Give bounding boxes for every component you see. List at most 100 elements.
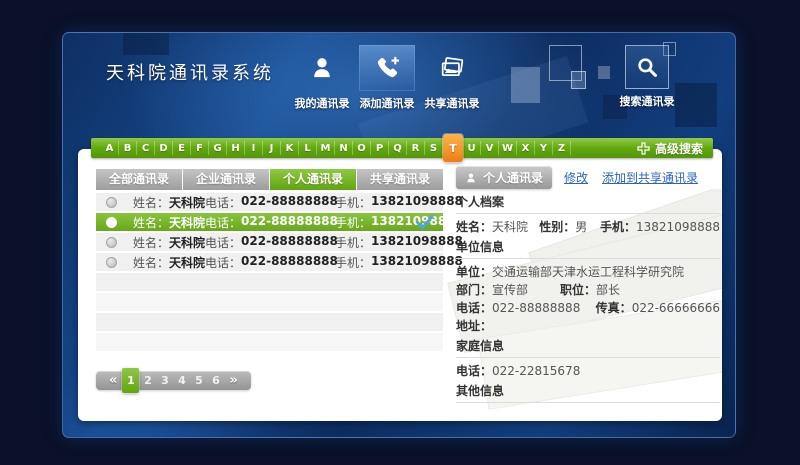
page-numbers: 1 2 3 4 5 6 [122, 368, 224, 393]
detail-header: 个人通讯录 修改 添加到共享通讯录 [456, 165, 720, 189]
alphabet-letters: A B C D E F G H I J K L [101, 138, 571, 158]
contact-type-badge: 个人通讯录 [456, 166, 552, 189]
alphabet-letter[interactable]: N [335, 141, 353, 155]
contact-phone: 电话：022-88888888 [205, 214, 335, 231]
alphabet-letter[interactable]: E [173, 141, 191, 155]
advanced-search-label: 高级搜索 [655, 140, 703, 157]
section-title-other: 其他信息 [456, 384, 720, 398]
deco-square [571, 71, 586, 89]
nav-item-search[interactable]: 搜索通讯录 [615, 45, 679, 109]
profile-row: 姓名：天科院 性别：男 手机：13821098888 [456, 220, 720, 234]
alphabet-letter[interactable]: P [371, 141, 389, 155]
category-tab[interactable]: 全部通讯录 [96, 169, 182, 190]
page-number[interactable]: 3 [156, 371, 173, 390]
alphabet-letter[interactable]: T [443, 134, 463, 162]
radio-button[interactable] [106, 237, 117, 248]
alphabet-letter[interactable]: O [353, 141, 371, 155]
add-to-shared-link[interactable]: 添加到共享通讯录 [602, 169, 698, 186]
category-tabs: 全部通讯录 企业通讯录 个人通讯录 共享通讯录 [96, 169, 443, 190]
main-panel: 天科院通讯录系统 我的通讯录 添加通讯录 [62, 32, 736, 438]
contact-list: 姓名：天科院 电话：022-88888888 手机：13821098888 [96, 193, 443, 273]
deco-square [598, 66, 610, 79]
contact-phone: 电话：022-88888888 [205, 254, 335, 271]
contact-row[interactable]: 姓名：天科院 电话：022-88888888 手机：13821098888 [96, 193, 443, 211]
contact-row[interactable]: 姓名：天科院 电话：022-88888888 手机：13821098888 [96, 233, 443, 251]
section-title-family: 家庭信息 [456, 339, 720, 353]
radio-button[interactable] [106, 257, 117, 268]
page-title: 天科院通讯录系统 [106, 59, 274, 85]
empty-row [96, 313, 443, 331]
badge-label: 个人通讯录 [483, 169, 543, 186]
alphabet-bar: A B C D E F G H I J K L [91, 138, 713, 158]
alphabet-letter[interactable]: V [481, 141, 499, 155]
alphabet-letter[interactable]: X [517, 141, 535, 155]
divider [456, 402, 720, 403]
page-number[interactable]: 1 [122, 368, 139, 393]
check-icon [415, 214, 435, 233]
alphabet-letter[interactable]: Z [553, 141, 571, 155]
divider [456, 258, 720, 259]
alphabet-letter[interactable]: M [317, 141, 335, 155]
alphabet-letter[interactable]: S [425, 141, 443, 155]
alphabet-letter[interactable]: J [263, 141, 281, 155]
photos-icon [424, 45, 480, 91]
advanced-search-button[interactable]: 高级搜索 [637, 140, 703, 157]
divider [456, 357, 720, 358]
deco-square [675, 83, 717, 127]
contact-detail-panel: 个人通讯录 修改 添加到共享通讯录 个人档案 姓名：天科院 性别：男 手机：13… [456, 165, 720, 409]
phone-add-icon [359, 45, 415, 91]
contact-mobile: 手机：13821098888 [335, 214, 463, 231]
alphabet-letter[interactable]: L [299, 141, 317, 155]
category-tab[interactable]: 共享通讯录 [357, 169, 443, 190]
alphabet-letter[interactable]: A [101, 141, 119, 155]
contact-mobile: 手机：13821098888 [335, 254, 463, 271]
alphabet-letter[interactable]: Q [389, 141, 407, 155]
section-title-profile: 个人档案 [456, 195, 720, 209]
category-tab[interactable]: 个人通讯录 [270, 169, 356, 190]
alphabet-letter[interactable]: W [499, 141, 517, 155]
alphabet-letter[interactable]: C [137, 141, 155, 155]
alphabet-letter[interactable]: F [191, 141, 209, 155]
prev-page-button[interactable]: « [104, 371, 122, 390]
contact-name: 姓名：天科院 [133, 214, 205, 231]
divider [456, 213, 720, 214]
nav-item-add-contact[interactable]: 添加通讯录 [356, 45, 418, 111]
alphabet-letter[interactable]: B [119, 141, 137, 155]
empty-row [96, 333, 443, 351]
page-number[interactable]: 5 [190, 371, 207, 390]
alphabet-letter[interactable]: H [227, 141, 245, 155]
alphabet-letter[interactable]: U [463, 141, 481, 155]
user-icon [294, 45, 350, 91]
modify-link[interactable]: 修改 [564, 169, 588, 186]
category-tab[interactable]: 企业通讯录 [183, 169, 269, 190]
company-unit-row: 单位：交通运输部天津水运工程科学研究院 [456, 265, 720, 279]
contact-name: 姓名：天科院 [133, 254, 205, 271]
alphabet-letter[interactable]: R [407, 141, 425, 155]
contact-row[interactable]: 姓名：天科院 电话：022-88888888 手机：13821098888 [96, 213, 443, 231]
contact-row[interactable]: 姓名：天科院 电话：022-88888888 手机：13821098888 [96, 253, 443, 271]
contact-mobile: 手机：13821098888 [335, 194, 463, 211]
nav-item-shared-contacts[interactable]: 共享通讯录 [421, 45, 483, 111]
alphabet-letter[interactable]: K [281, 141, 299, 155]
alphabet-letter[interactable]: Y [535, 141, 553, 155]
empty-row [96, 293, 443, 311]
radio-button[interactable] [106, 197, 117, 208]
family-phone-row: 电话：022-22815678 [456, 364, 720, 378]
alphabet-letter[interactable]: G [209, 141, 227, 155]
page-number[interactable]: 2 [139, 371, 156, 390]
empty-rows [96, 273, 443, 353]
contact-phone: 电话：022-88888888 [205, 234, 335, 251]
user-icon [465, 172, 477, 184]
next-page-button[interactable]: » [224, 371, 242, 390]
alphabet-letter[interactable]: I [245, 141, 263, 155]
deco-square [511, 67, 540, 103]
empty-row [96, 273, 443, 291]
page-number[interactable]: 6 [207, 371, 224, 390]
radio-button[interactable] [106, 217, 117, 228]
page-number[interactable]: 4 [173, 371, 190, 390]
search-icon [625, 45, 669, 89]
nav-item-my-contacts[interactable]: 我的通讯录 [291, 45, 353, 111]
alphabet-letter[interactable]: D [155, 141, 173, 155]
company-dept-row: 部门：宣传部 职位：部长 [456, 283, 720, 297]
company-address-row: 地址： [456, 319, 720, 333]
